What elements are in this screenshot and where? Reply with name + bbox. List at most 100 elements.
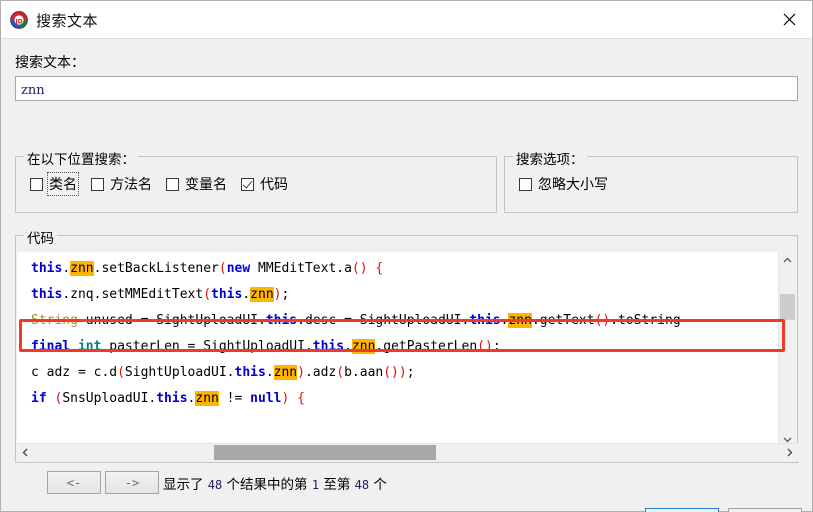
window-title: 搜索文本 (36, 12, 99, 30)
scroll-left-icon[interactable] (17, 444, 34, 461)
title-bar: JD 搜索文本 (1, 1, 812, 39)
checkbox-ignore-case-box[interactable] (519, 177, 532, 191)
code-match-highlight: znn (195, 391, 219, 406)
checkbox-variable-name-box[interactable] (166, 177, 179, 191)
checkbox-ignore-case-label: 忽略大小写 (538, 177, 608, 193)
code-token: ; (492, 339, 501, 354)
code-token: if (31, 391, 47, 406)
checkbox-method-name-label: 方法名 (110, 177, 152, 193)
code-result-line[interactable]: String unused = SightUploadUI.this.desc … (17, 308, 781, 334)
code-result-line[interactable]: c adz = c.d(SightUploadUI.this.znn).adz(… (17, 360, 781, 386)
code-token: () (351, 261, 368, 276)
previous-results-button[interactable]: <- (47, 471, 101, 494)
code-result-line[interactable]: this.znn.setBackListener(new MMEditText.… (17, 256, 781, 282)
code-token: c adz = c.d (31, 365, 118, 380)
next-results-button[interactable]: -> (105, 471, 159, 494)
code-token: ( (203, 287, 212, 302)
code-token: .getText (531, 313, 595, 328)
code-result-line[interactable]: if (SnsUploadUI.this.znn != null) { (17, 386, 781, 412)
code-token: .getPasterLen (375, 339, 478, 354)
code-token: unused = SightUploadUI. (77, 313, 266, 328)
search-text-label: 搜索文本： (15, 55, 85, 71)
code-token: ( (218, 261, 227, 276)
code-token: != (218, 391, 251, 406)
code-token: null (250, 391, 282, 406)
vertical-scrollbar-thumb[interactable] (780, 294, 795, 320)
code-token: String (31, 313, 78, 328)
code-token: SightUploadUI. (124, 365, 235, 380)
code-match-highlight: znn (351, 339, 376, 354)
code-token: .adz (304, 365, 337, 380)
results-mid2: 至第 (319, 476, 355, 493)
search-location-group: 在以下位置搜索： 类名 方法名 变量名 代码 (15, 148, 497, 213)
code-token: ; (281, 287, 290, 302)
code-token: final (31, 339, 71, 354)
scroll-up-icon[interactable] (779, 252, 796, 269)
code-token: . (265, 365, 274, 380)
goto-button[interactable]: 转到 (645, 508, 719, 512)
checkbox-class-name-box[interactable] (30, 177, 43, 191)
code-token: .desc = SightUploadUI. (297, 313, 470, 328)
code-token: this (469, 313, 501, 328)
svg-text:JD: JD (14, 18, 22, 25)
checkbox-variable-name-label: 变量名 (185, 177, 227, 193)
search-location-group-title: 在以下位置搜索： (24, 148, 138, 168)
results-total: 48 (207, 477, 223, 492)
code-token: .znq.setMMEditText (62, 287, 204, 302)
code-result-line[interactable]: this.znq.setMMEditText(this.znn); (17, 282, 781, 308)
code-token: . (62, 261, 71, 276)
checkbox-variable-name[interactable]: 变量名 (166, 174, 227, 194)
code-token: b.aan (344, 365, 384, 380)
code-token: this (156, 391, 188, 406)
code-vertical-scrollbar[interactable] (778, 252, 796, 448)
results-to: 48 (354, 477, 370, 492)
code-results-list: this.znn.setBackListener(new MMEditText.… (17, 256, 781, 412)
code-token: pasterLen = SightUploadUI. (101, 339, 313, 354)
close-icon[interactable] (766, 1, 812, 38)
search-input[interactable] (15, 76, 798, 101)
code-match-highlight: znn (273, 365, 298, 380)
results-prefix: 显示了 (163, 476, 208, 493)
code-results-group-title: 代码 (24, 227, 57, 247)
code-token: this (312, 339, 345, 354)
checkbox-code-label: 代码 (260, 177, 288, 193)
scroll-right-icon[interactable] (781, 444, 798, 461)
location-checkbox-row: 类名 方法名 变量名 代码 (30, 172, 302, 196)
code-token: this (31, 261, 63, 276)
code-horizontal-scrollbar[interactable] (17, 443, 798, 461)
code-token: . (344, 339, 352, 354)
code-token: ( (336, 365, 345, 380)
code-token: ; (406, 365, 415, 380)
cancel-button[interactable]: 取消 (728, 508, 802, 512)
results-navigation-row: <- -> 显示了 48 个结果中的第 1 至第 48 个 (15, 471, 387, 494)
search-text-dialog: JD 搜索文本 搜索文本： 在以下位置搜索： 类名 (0, 0, 813, 512)
checkbox-code[interactable]: 代码 (241, 174, 288, 194)
code-token: this (265, 313, 298, 328)
code-token: ()) (383, 365, 407, 380)
code-token: .setBackListener (93, 261, 219, 276)
checkbox-ignore-case[interactable]: 忽略大小写 (519, 174, 608, 194)
search-options-group-title: 搜索选项： (513, 148, 587, 168)
code-match-highlight: znn (250, 287, 274, 302)
code-result-line[interactable]: final int pasterLen = SightUploadUI.this… (17, 334, 781, 360)
code-token: .toString (610, 313, 681, 328)
checkbox-class-name[interactable]: 类名 (30, 172, 79, 196)
horizontal-scrollbar-thumb[interactable] (214, 445, 436, 460)
code-token: () (477, 339, 493, 354)
options-checkbox-row: 忽略大小写 (519, 174, 622, 194)
checkbox-code-box[interactable] (241, 177, 254, 191)
results-mid1: 个结果中的第 (222, 476, 312, 493)
code-results-viewport[interactable]: this.znn.setBackListener(new MMEditText.… (17, 252, 781, 448)
results-from: 1 (311, 477, 320, 492)
dialog-body: 搜索文本： 在以下位置搜索： 类名 方法名 变量名 (1, 39, 812, 512)
code-match-highlight: znn (508, 313, 532, 328)
code-token: { (375, 261, 384, 276)
code-token: this (234, 365, 266, 380)
search-options-group: 搜索选项： 忽略大小写 (504, 148, 798, 213)
code-token: SnsUploadUI. (62, 391, 157, 406)
code-token: int (77, 339, 102, 354)
checkbox-method-name-box[interactable] (91, 177, 104, 191)
checkbox-method-name[interactable]: 方法名 (91, 174, 152, 194)
results-count-text: 显示了 48 个结果中的第 1 至第 48 个 (163, 473, 387, 493)
